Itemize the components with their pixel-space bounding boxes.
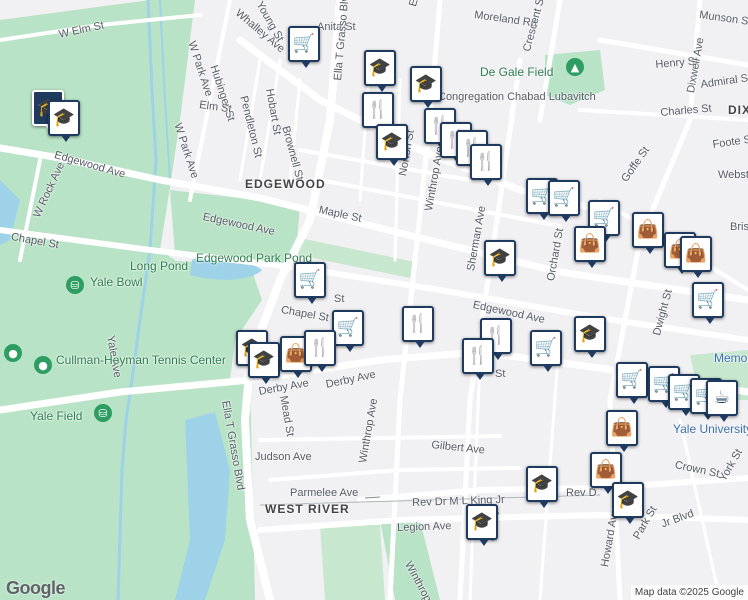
- cart-icon[interactable]: 🛒: [530, 330, 562, 372]
- neighborhood-label: EDGEWOOD: [245, 177, 326, 191]
- street-label: St: [495, 368, 506, 380]
- landmark-label: Yale University Art Gallery: [673, 422, 748, 436]
- poi-label: Yale Field: [30, 409, 83, 423]
- fork-knife-icon[interactable]: 🍴: [462, 338, 494, 380]
- landmark-label: Memori: [714, 351, 748, 365]
- park-label: De Gale Field: [480, 65, 554, 79]
- graduation-cap-icon[interactable]: 🎓: [612, 482, 644, 524]
- street-label: Legion Ave: [396, 520, 452, 534]
- map-attribution[interactable]: Map data ©2025 Google: [630, 585, 748, 600]
- cart-icon[interactable]: 🛒: [288, 26, 320, 68]
- street-label: Parmelee Ave: [290, 487, 359, 499]
- poi-label: Cullman-Heyman Tennis Center: [56, 353, 226, 367]
- cart-icon[interactable]: 🛒: [548, 180, 580, 222]
- street-label: Judson Ave: [255, 451, 312, 463]
- coffee-cup-icon[interactable]: ☕: [706, 380, 738, 422]
- cart-icon[interactable]: 🛒: [332, 310, 364, 352]
- poi-label: Yale Bowl: [90, 275, 143, 289]
- street-label: Congregation Chabad Lubavitch: [438, 91, 596, 103]
- shopping-bag-icon[interactable]: 👜: [680, 236, 712, 278]
- park-label: Long Pond: [130, 259, 189, 273]
- shopping-bag-icon[interactable]: 👜: [606, 410, 638, 452]
- field-icon[interactable]: ⛁: [94, 404, 112, 422]
- google-logo: Google: [6, 578, 66, 598]
- graduation-cap-icon[interactable]: 🎓: [364, 50, 396, 92]
- fork-knife-icon[interactable]: 🍴: [470, 144, 502, 186]
- tennis-icon[interactable]: ●: [34, 356, 52, 374]
- graduation-cap-icon[interactable]: 🎓: [248, 342, 280, 384]
- graduation-cap-icon[interactable]: 🎓: [376, 124, 408, 166]
- cart-icon[interactable]: 🛒: [616, 362, 648, 404]
- shopping-bag-icon[interactable]: 👜: [632, 212, 664, 254]
- graduation-cap-icon[interactable]: 🎓: [526, 466, 558, 508]
- cart-icon[interactable]: 🛒: [692, 282, 724, 324]
- fork-knife-icon[interactable]: 🍴: [304, 330, 336, 372]
- map-canvas[interactable]: Anita St Moreland Rd Munson St W Elm St Whal…: [0, 0, 748, 600]
- neighborhood-label: WEST RIVER: [265, 502, 350, 516]
- location-icon[interactable]: ●: [4, 344, 22, 362]
- graduation-cap-icon[interactable]: 🎓: [48, 100, 80, 142]
- park-icon[interactable]: ▲: [566, 58, 584, 76]
- graduation-cap-icon[interactable]: 🎓: [574, 316, 606, 358]
- neighborhood-label: DIX: [728, 103, 748, 117]
- shopping-bag-icon[interactable]: 👜: [574, 226, 606, 268]
- street-label: St: [334, 293, 345, 305]
- graduation-cap-icon[interactable]: 🎓: [410, 66, 442, 108]
- cart-icon[interactable]: 🛒: [294, 262, 326, 304]
- graduation-cap-icon[interactable]: 🎓: [466, 504, 498, 546]
- street-label: Bristo: [730, 221, 748, 233]
- street-label: Rev D: [566, 487, 597, 499]
- street-label: Webst: [718, 169, 748, 181]
- fork-knife-icon[interactable]: 🍴: [402, 306, 434, 348]
- stadium-icon[interactable]: ⛁: [66, 276, 84, 294]
- graduation-cap-icon[interactable]: 🎓: [484, 240, 516, 282]
- fork-knife-icon[interactable]: 🍴: [362, 92, 394, 134]
